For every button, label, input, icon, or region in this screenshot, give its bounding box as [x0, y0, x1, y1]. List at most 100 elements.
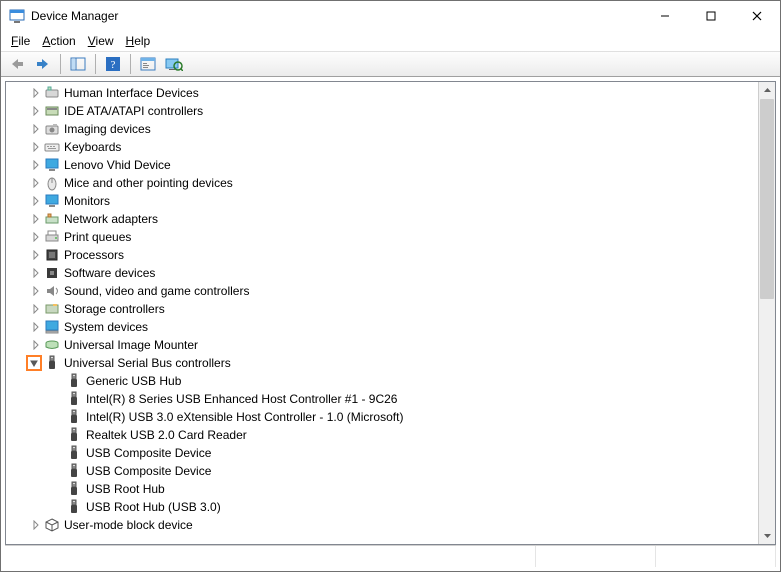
expander-icon[interactable]	[28, 193, 44, 209]
tree-label: Processors	[64, 248, 124, 262]
tree-label: User-mode block device	[64, 518, 193, 532]
tree-node[interactable]: System devices	[6, 318, 758, 336]
expander-icon[interactable]	[28, 517, 44, 533]
toolbar: ?	[1, 51, 780, 77]
tree-node[interactable]: Network adapters	[6, 210, 758, 228]
minimize-button[interactable]	[642, 1, 688, 31]
menu-action[interactable]: Action	[38, 32, 79, 50]
nav-forward-button[interactable]	[31, 53, 55, 75]
scroll-down-arrow[interactable]	[759, 527, 775, 544]
maximize-button[interactable]	[688, 1, 734, 31]
usb-icon	[66, 463, 82, 479]
expander-icon[interactable]	[28, 121, 44, 137]
status-cell-1	[5, 546, 536, 567]
tree-child-node[interactable]: Intel(R) USB 3.0 eXtensible Host Control…	[6, 408, 758, 426]
tree-node[interactable]: Processors	[6, 246, 758, 264]
tree-container: Human Interface Devices IDE ATA/ATAPI co…	[5, 81, 776, 545]
tree-label: Generic USB Hub	[86, 374, 181, 388]
tree-label: Lenovo Vhid Device	[64, 158, 171, 172]
camera-icon	[44, 121, 60, 137]
tree-label: Realtek USB 2.0 Card Reader	[86, 428, 247, 442]
printer-icon	[44, 229, 60, 245]
expander-icon[interactable]	[28, 157, 44, 173]
tree-label: Universal Serial Bus controllers	[64, 356, 231, 370]
tree-child-node[interactable]: Generic USB Hub	[6, 372, 758, 390]
system-icon	[44, 319, 60, 335]
tree-node[interactable]: Software devices	[6, 264, 758, 282]
scan-hardware-button[interactable]	[162, 53, 186, 75]
usb-icon	[66, 409, 82, 425]
tree-label: Imaging devices	[64, 122, 151, 136]
tree-node[interactable]: Keyboards	[6, 138, 758, 156]
tree-node[interactable]: IDE ATA/ATAPI controllers	[6, 102, 758, 120]
mouse-icon	[44, 175, 60, 191]
ide-icon	[44, 103, 60, 119]
expander-icon[interactable]	[28, 247, 44, 263]
expander-icon[interactable]	[28, 283, 44, 299]
tree-label: Print queues	[64, 230, 131, 244]
tree-node[interactable]: Universal Image Mounter	[6, 336, 758, 354]
scroll-up-arrow[interactable]	[759, 82, 775, 99]
device-manager-window: Device Manager File Action View Help ? H…	[0, 0, 781, 572]
tree-node[interactable]: Lenovo Vhid Device	[6, 156, 758, 174]
network-icon	[44, 211, 60, 227]
tree-node[interactable]: Storage controllers	[6, 300, 758, 318]
expander-icon[interactable]	[28, 85, 44, 101]
properties-button[interactable]	[136, 53, 160, 75]
keyboard-icon	[44, 139, 60, 155]
tree-node[interactable]: Sound, video and game controllers	[6, 282, 758, 300]
expander-icon-highlighted[interactable]	[26, 355, 42, 371]
help-button[interactable]: ?	[101, 53, 125, 75]
tree-child-node[interactable]: USB Root Hub (USB 3.0)	[6, 498, 758, 516]
tree-child-node[interactable]: USB Composite Device	[6, 444, 758, 462]
tree-child-node[interactable]: Intel(R) 8 Series USB Enhanced Host Cont…	[6, 390, 758, 408]
tree-label: Sound, video and game controllers	[64, 284, 249, 298]
menu-view[interactable]: View	[84, 32, 118, 50]
status-cell-3	[656, 546, 776, 567]
menu-file[interactable]: File	[7, 32, 34, 50]
tree-node-usb[interactable]: Universal Serial Bus controllers	[6, 354, 758, 372]
scroll-thumb[interactable]	[760, 99, 774, 299]
expander-icon[interactable]	[28, 301, 44, 317]
vertical-scrollbar[interactable]	[758, 82, 775, 544]
titlebar: Device Manager	[1, 1, 780, 31]
tree-child-node[interactable]: Realtek USB 2.0 Card Reader	[6, 426, 758, 444]
expander-icon[interactable]	[28, 265, 44, 281]
tree-node[interactable]: User-mode block device	[6, 516, 758, 534]
toolbar-sep	[130, 54, 131, 74]
tree-label: Intel(R) 8 Series USB Enhanced Host Cont…	[86, 392, 397, 406]
expander-icon[interactable]	[28, 319, 44, 335]
tree-node[interactable]: Print queues	[6, 228, 758, 246]
tree-node[interactable]: Monitors	[6, 192, 758, 210]
software-icon	[44, 265, 60, 281]
usb-icon	[66, 445, 82, 461]
tree-label: System devices	[64, 320, 148, 334]
expander-icon[interactable]	[28, 103, 44, 119]
menubar: File Action View Help	[1, 31, 780, 51]
usb-icon	[66, 499, 82, 515]
device-tree[interactable]: Human Interface Devices IDE ATA/ATAPI co…	[6, 82, 758, 544]
tree-child-node[interactable]: USB Root Hub	[6, 480, 758, 498]
nav-back-button[interactable]	[5, 53, 29, 75]
block-icon	[44, 517, 60, 533]
menu-help[interactable]: Help	[122, 32, 155, 50]
expander-icon[interactable]	[28, 337, 44, 353]
toolbar-sep	[60, 54, 61, 74]
uim-icon	[44, 337, 60, 353]
tree-label: USB Composite Device	[86, 464, 211, 478]
tree-label: Universal Image Mounter	[64, 338, 198, 352]
tree-label: Mice and other pointing devices	[64, 176, 233, 190]
tree-node[interactable]: Imaging devices	[6, 120, 758, 138]
tree-node[interactable]: Human Interface Devices	[6, 84, 758, 102]
console-tree-button[interactable]	[66, 53, 90, 75]
expander-icon[interactable]	[28, 139, 44, 155]
expander-icon[interactable]	[28, 211, 44, 227]
close-button[interactable]	[734, 1, 780, 31]
window-controls	[642, 1, 780, 31]
tree-child-node[interactable]: USB Composite Device	[6, 462, 758, 480]
tree-label: USB Composite Device	[86, 446, 211, 460]
expander-icon[interactable]	[28, 175, 44, 191]
tree-node[interactable]: Mice and other pointing devices	[6, 174, 758, 192]
expander-icon[interactable]	[28, 229, 44, 245]
app-icon	[9, 8, 25, 24]
